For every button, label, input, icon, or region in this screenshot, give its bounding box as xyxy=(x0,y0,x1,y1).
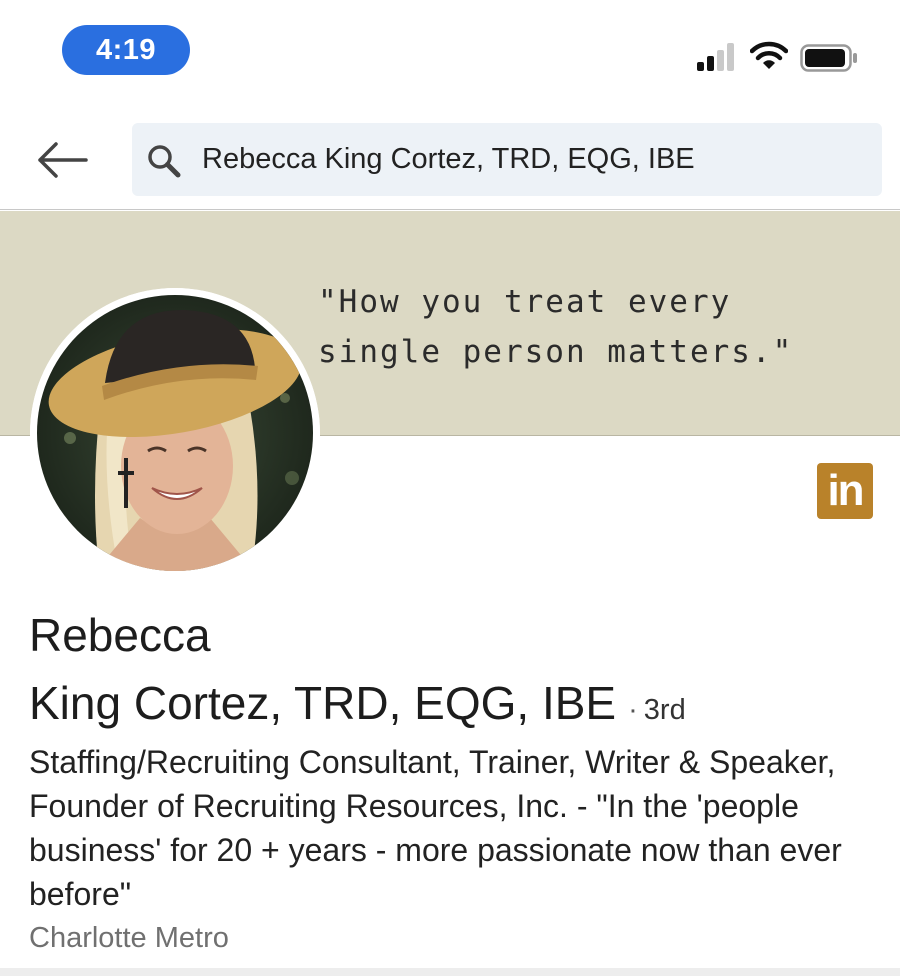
profile-location: Charlotte Metro xyxy=(29,922,229,954)
back-arrow-icon xyxy=(38,142,88,178)
search-icon xyxy=(146,143,182,179)
profile-name-rest: King Cortez, TRD, EQG, IBE · 3rd xyxy=(29,676,686,730)
wifi-icon xyxy=(749,40,789,72)
profile-name-first: Rebecca xyxy=(29,609,211,661)
battery-icon xyxy=(800,44,858,72)
status-time[interactable]: 4:19 xyxy=(62,25,190,75)
section-divider xyxy=(0,968,900,976)
profile-name-rest-text: King Cortez, TRD, EQG, IBE xyxy=(29,677,617,729)
back-button[interactable] xyxy=(34,138,94,182)
cover-quote: "How you treat every single person matte… xyxy=(318,277,888,377)
cover-quote-line-2: single person matters." xyxy=(318,334,794,370)
search-header: Rebecca King Cortez, TRD, EQG, IBE xyxy=(0,100,900,210)
search-input[interactable]: Rebecca King Cortez, TRD, EQG, IBE xyxy=(202,123,695,196)
status-bar: 4:19 xyxy=(0,0,900,100)
profile-avatar[interactable] xyxy=(30,288,320,578)
connection-degree-badge: 3rd xyxy=(643,694,686,726)
cover-quote-line-1: "How you treat every xyxy=(318,284,732,320)
search-bar[interactable]: Rebecca King Cortez, TRD, EQG, IBE xyxy=(132,123,882,196)
degree-separator: · xyxy=(628,694,638,726)
cellular-signal-icon xyxy=(697,43,739,71)
linkedin-logo-icon[interactable]: in xyxy=(817,463,873,519)
profile-headline: Staffing/Recruiting Consultant, Trainer,… xyxy=(29,744,842,912)
